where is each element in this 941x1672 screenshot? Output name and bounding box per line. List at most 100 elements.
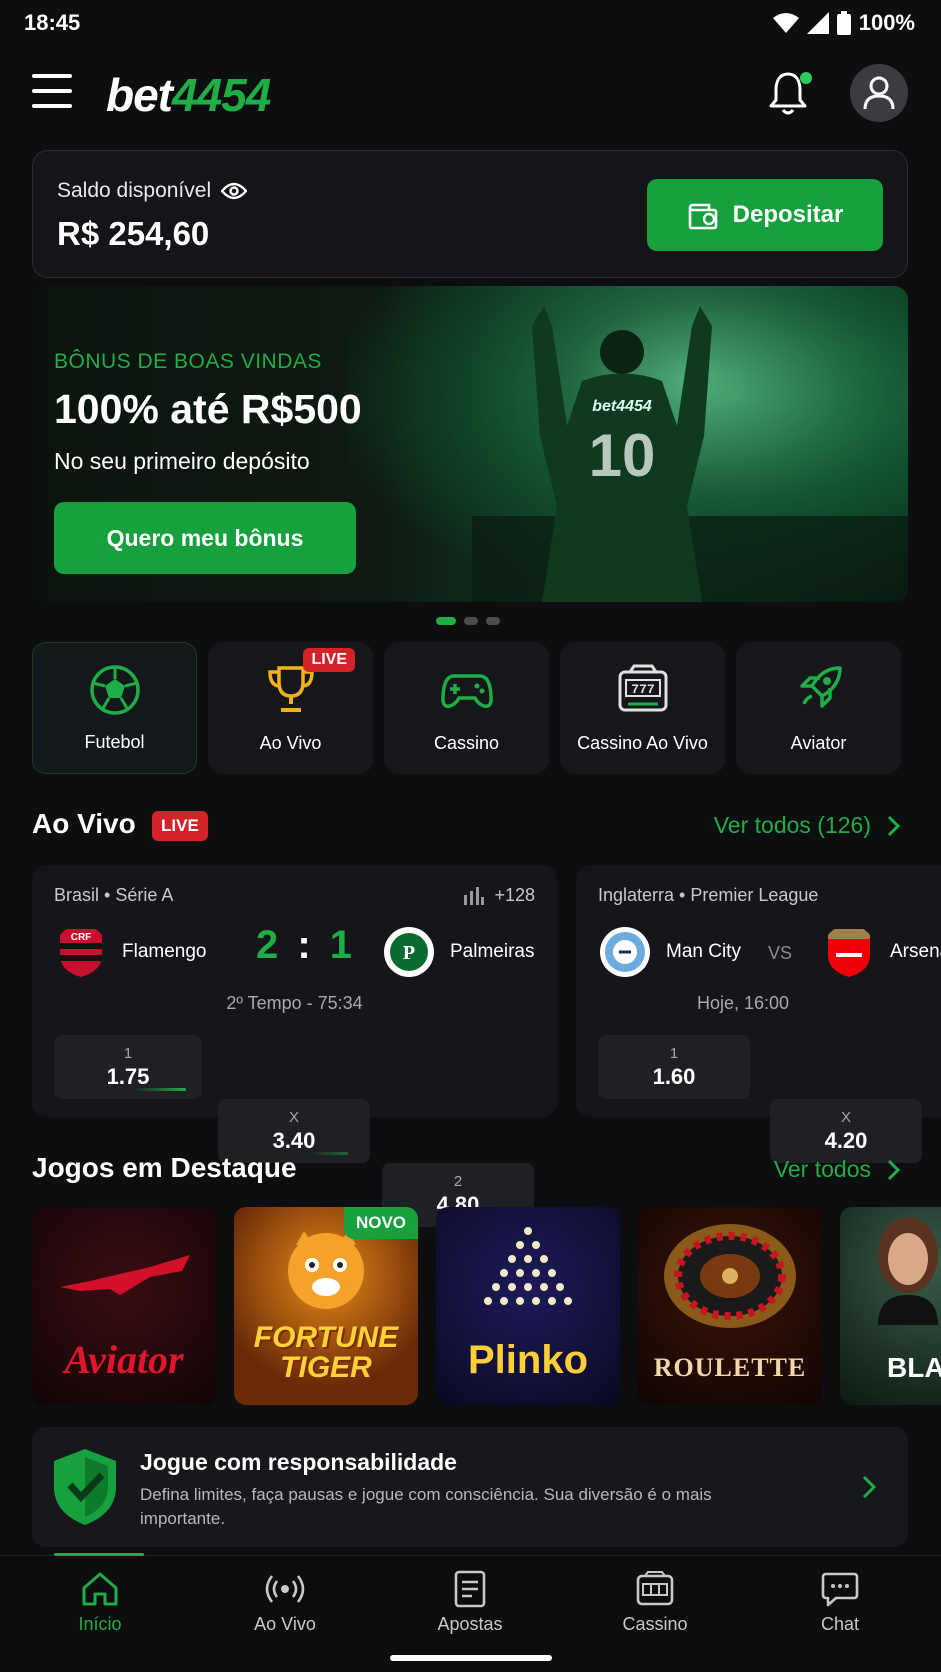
carousel-dot[interactable]	[464, 617, 478, 625]
odd-value: 4.20	[824, 1127, 868, 1153]
new-badge: NOVO	[343, 1207, 418, 1239]
logo-number: 4454	[172, 69, 271, 121]
home-score: 2	[256, 923, 283, 967]
broadcast-icon	[265, 1575, 305, 1603]
game-card-plinko[interactable]: Plinko	[436, 1207, 620, 1405]
live-badge: LIVE	[152, 811, 208, 841]
markets-count: +128	[494, 885, 535, 905]
promo-banner[interactable]: bet4454 10 BÔNUS DE BOAS VINDAS 100% até…	[32, 286, 908, 602]
eye-icon[interactable]	[221, 182, 248, 200]
game-card-roulette[interactable]: ROULETTE	[638, 1207, 822, 1405]
avatar[interactable]	[850, 64, 908, 122]
deposit-label: Depositar	[732, 201, 844, 228]
odd-key: 2	[453, 1172, 463, 1190]
category-ao-vivo[interactable]: LIVE Ao Vivo	[208, 642, 373, 774]
match-score: 2 : 1	[256, 923, 357, 967]
menu-icon-line	[32, 104, 72, 108]
away-team-name: Palmeiras	[450, 941, 535, 962]
odd-value: 3.40	[272, 1127, 316, 1153]
game-title: FORTUNE TIGER	[253, 1321, 399, 1384]
balance-label-row: Saldo disponível	[57, 179, 248, 203]
nav-label: Início	[78, 1614, 122, 1634]
odd-button-draw[interactable]: X 4.20	[770, 1099, 922, 1163]
bonus-button[interactable]: Quero meu bônus	[54, 502, 356, 574]
menu-icon-line	[32, 89, 72, 93]
nav-apostas[interactable]: Apostas	[400, 1570, 540, 1635]
game-card-fortune-tiger[interactable]: FORTUNE TIGER NOVO	[234, 1207, 418, 1405]
category-label: Ao Vivo	[259, 733, 322, 753]
nav-ao-vivo[interactable]: Ao Vivo	[215, 1570, 355, 1635]
game-card-aviator[interactable]: Aviator	[32, 1207, 216, 1405]
battery-level: 100%	[858, 10, 915, 35]
category-label: Futebol	[84, 732, 145, 752]
status-icons: 100%	[772, 10, 915, 36]
banner-player-illustration: bet4454 10	[472, 286, 908, 602]
category-futebol[interactable]: Futebol	[32, 642, 197, 774]
casino-icon	[636, 1571, 674, 1606]
chevron-right-icon	[862, 1475, 876, 1499]
chat-icon	[821, 1572, 859, 1607]
wallet-icon	[688, 203, 717, 230]
featured-section-title: Jogos em Destaque	[32, 1152, 297, 1183]
banner-tag: BÔNUS DE BOAS VINDAS	[54, 350, 322, 373]
away-team-name: Arsenal	[890, 941, 941, 962]
arsenal-crest-icon	[828, 929, 870, 977]
match-league: Inglaterra • Premier League	[598, 885, 819, 905]
wifi-icon	[772, 13, 799, 33]
carousel-dot[interactable]	[486, 617, 500, 625]
stats-icon	[464, 886, 485, 905]
match-card[interactable]: Inglaterra • Premier League Man City VS …	[576, 865, 941, 1163]
carousel-dot[interactable]	[436, 617, 456, 625]
balance-label: Saldo disponível	[57, 179, 212, 202]
game-title: ROULETTE	[653, 1353, 807, 1382]
nav-label: Chat	[820, 1614, 860, 1634]
match-time: Hoje, 16:00	[696, 993, 790, 1013]
game-card-blackjack[interactable]: BLACKJACK	[840, 1207, 941, 1405]
game-title: Aviator	[64, 1337, 184, 1382]
rocket-icon	[799, 666, 842, 708]
battery-icon	[836, 11, 851, 35]
category-aviator[interactable]: Aviator	[736, 642, 901, 774]
system-home-indicator[interactable]	[390, 1655, 552, 1661]
category-label: Cassino Ao Vivo	[577, 733, 708, 753]
match-markets[interactable]: +128	[464, 885, 535, 906]
odd-value: 1.60	[652, 1063, 696, 1089]
logo[interactable]: bet4454	[106, 68, 271, 122]
match-card[interactable]: Brasil • Série A +128 CRF Flamengo 2 : 1…	[32, 865, 557, 1227]
odd-button-home[interactable]: 1 1.75	[54, 1035, 202, 1099]
home-team-name: Man City	[666, 941, 741, 962]
see-all-label: Ver todos (126)	[713, 812, 871, 838]
nav-label: Apostas	[437, 1614, 503, 1634]
deposit-button[interactable]: Depositar	[647, 179, 883, 251]
svg-text:P: P	[403, 942, 415, 964]
signal-icon	[806, 12, 829, 34]
odd-key: X	[840, 1108, 851, 1126]
match-league: Brasil • Série A	[54, 885, 174, 905]
nav-inicio[interactable]: Início	[30, 1570, 170, 1635]
home-team: CRF Flamengo	[54, 925, 207, 979]
live-section-title: Ao Vivo	[32, 808, 136, 839]
nav-cassino[interactable]: Cassino	[585, 1570, 725, 1635]
gamepad-icon	[440, 674, 493, 709]
category-cassino[interactable]: Cassino	[384, 642, 549, 774]
jersey-number: 10	[589, 422, 656, 489]
category-cassino-ao-vivo[interactable]: 777 Cassino Ao Vivo	[560, 642, 725, 774]
odd-button-home[interactable]: 1 1.60	[598, 1035, 750, 1099]
responsible-title: Jogue com responsabilidade	[140, 1449, 457, 1475]
soccer-ball-icon	[89, 665, 140, 715]
away-team: P Palmeiras	[382, 925, 534, 979]
see-all-label: Ver todos	[773, 1156, 871, 1182]
home-icon	[82, 1572, 118, 1606]
menu-icon-line	[32, 74, 72, 78]
see-all-live-link[interactable]: Ver todos (126)	[714, 812, 901, 839]
game-title: BLACKJACK	[887, 1352, 941, 1383]
nav-chat[interactable]: Chat	[770, 1570, 910, 1635]
see-all-games-link[interactable]: Ver todos	[774, 1156, 901, 1183]
responsible-gaming-card[interactable]: Jogue com responsabilidade Defina limite…	[32, 1427, 908, 1547]
menu-button[interactable]	[32, 74, 72, 108]
palmeiras-crest-icon: P	[384, 927, 434, 977]
nav-label: Cassino	[622, 1614, 688, 1634]
shield-check-icon	[54, 1449, 116, 1525]
betslip-icon	[454, 1570, 486, 1608]
odd-value: 1.75	[106, 1063, 150, 1089]
